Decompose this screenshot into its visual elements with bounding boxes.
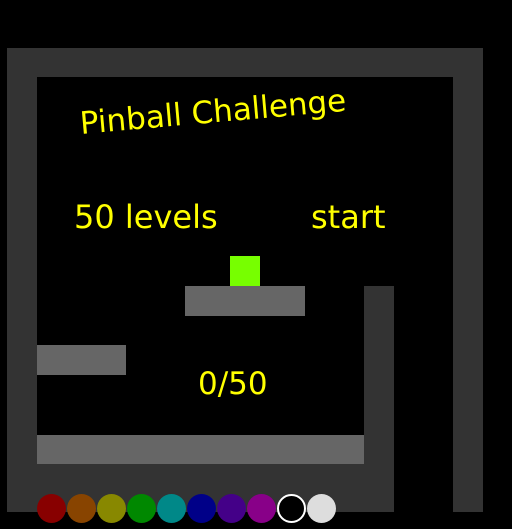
color-swatch-teal[interactable] [157,494,186,523]
color-swatch-brown[interactable] [67,494,96,523]
color-swatch-olive[interactable] [97,494,126,523]
color-swatch-light-gray[interactable] [307,494,336,523]
color-swatch-navy[interactable] [187,494,216,523]
player-block [230,256,260,286]
start-button[interactable]: start [311,198,386,236]
level-progress: 0/50 [198,366,268,402]
wall-left [7,48,37,512]
levels-button[interactable]: 50 levels [74,198,218,236]
color-swatch-black[interactable] [277,494,306,523]
center-platform [185,286,305,316]
wall-top [7,48,483,77]
color-swatch-purple[interactable] [247,494,276,523]
wall-right [453,48,483,512]
color-swatch-dark-red[interactable] [37,494,66,523]
color-swatch-indigo[interactable] [217,494,246,523]
floor-platform [37,435,364,464]
color-swatch-green[interactable] [127,494,156,523]
left-ledge [37,345,126,375]
game-title: Pinball Challenge [78,82,348,142]
